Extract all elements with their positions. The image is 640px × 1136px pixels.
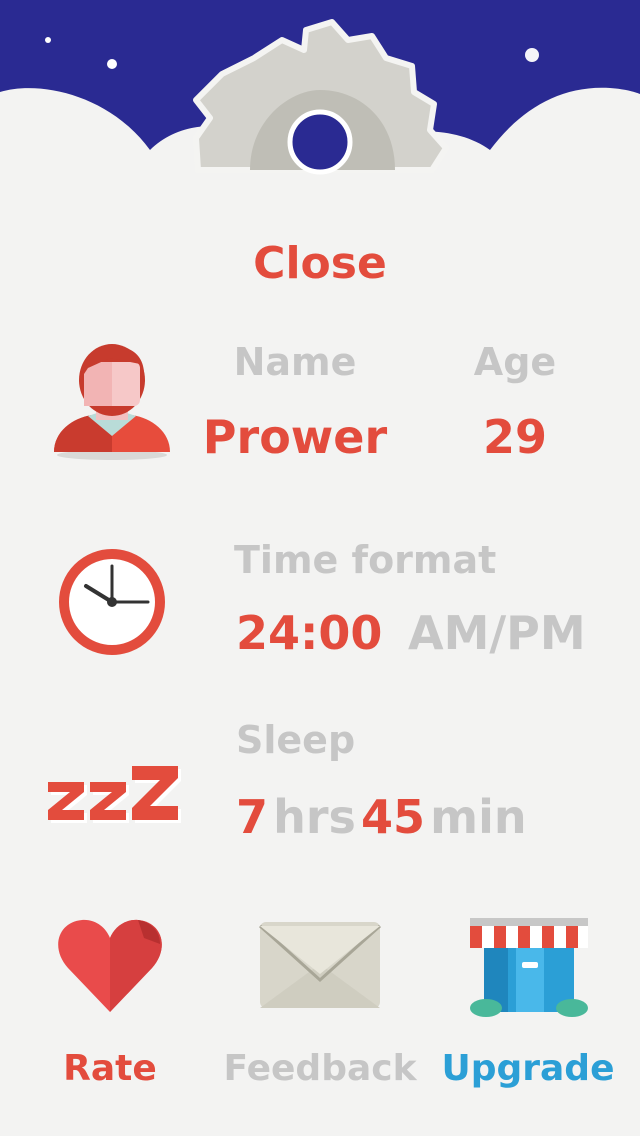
- sleep-hours-value: 7: [236, 790, 269, 844]
- sleep-hours-unit: hrs: [273, 790, 356, 844]
- rate-label: Rate: [63, 1048, 157, 1089]
- star-icon: [107, 59, 117, 69]
- sleep-minutes-value: 45: [361, 790, 426, 844]
- feedback-button[interactable]: Feedback: [220, 910, 420, 1100]
- age-value[interactable]: 29: [450, 410, 580, 464]
- sleep-duration[interactable]: 7 hrs 45 min: [236, 790, 527, 844]
- night-sky-background: [0, 0, 640, 200]
- upgrade-button[interactable]: Upgrade: [430, 910, 626, 1100]
- close-button[interactable]: Close: [0, 238, 640, 289]
- time-format-ampm-option[interactable]: AM/PM: [408, 606, 586, 660]
- time-format-24h-option[interactable]: 24:00: [236, 606, 382, 660]
- envelope-icon: [258, 922, 382, 1008]
- settings-header: [0, 0, 640, 200]
- feedback-label: Feedback: [223, 1048, 417, 1089]
- person-avatar-icon: [52, 340, 172, 464]
- sleep-minutes-unit: min: [430, 790, 527, 844]
- zzz-icon: [44, 760, 184, 830]
- name-label: Name: [233, 340, 357, 384]
- heart-icon: [58, 919, 162, 1012]
- sleep-label: Sleep: [236, 718, 356, 762]
- age-label: Age: [473, 340, 557, 384]
- time-format-label: Time format: [234, 538, 497, 582]
- star-icon: [45, 37, 51, 43]
- upgrade-label: Upgrade: [441, 1048, 615, 1089]
- store-icon: [470, 918, 588, 1017]
- name-value[interactable]: Prower: [190, 410, 400, 464]
- star-icon: [525, 48, 539, 62]
- clock-icon: [56, 546, 168, 658]
- rate-button[interactable]: Rate: [20, 910, 200, 1100]
